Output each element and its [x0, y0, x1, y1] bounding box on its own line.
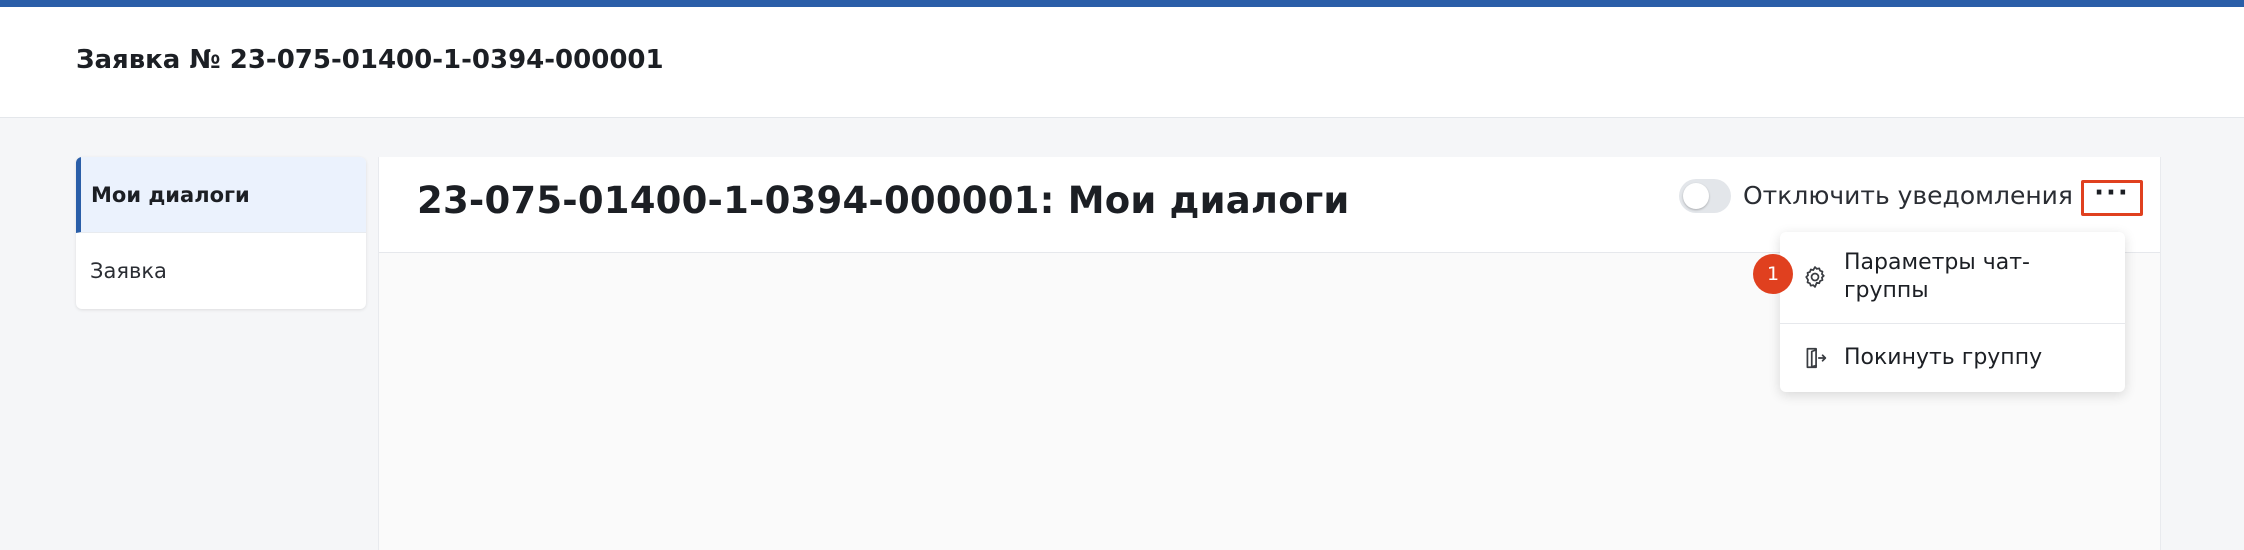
toggle-knob: [1683, 183, 1709, 209]
exit-door-icon: [1806, 347, 1827, 369]
notifications-toggle[interactable]: [1679, 179, 1731, 213]
menu-item-chat-group-settings[interactable]: Параметры чат-группы: [1780, 232, 2125, 324]
menu-item-leave-group[interactable]: Покинуть группу: [1780, 324, 2125, 392]
menu-item-label: Параметры чат-группы: [1844, 250, 2030, 303]
page-header: Заявка № 23-075-01400-1-0394-000001: [0, 7, 2244, 118]
step-number-badge: 1: [1753, 254, 1793, 294]
notifications-toggle-label: Отключить уведомления: [1743, 181, 2073, 210]
sidebar-item-label: Заявка: [90, 259, 167, 283]
sidebar-item-my-dialogs[interactable]: Мои диалоги: [76, 157, 366, 233]
more-options-button[interactable]: ···: [2081, 180, 2143, 216]
sidebar: Мои диалоги Заявка: [76, 157, 366, 309]
more-options-dropdown: Параметры чат-группы Покинуть группу: [1780, 232, 2125, 392]
sidebar-item-label: Мои диалоги: [91, 182, 250, 207]
page-title: Заявка № 23-075-01400-1-0394-000001: [76, 45, 664, 75]
more-horizontal-icon: ···: [2094, 178, 2130, 208]
panel-title: 23-075-01400-1-0394-000001: Мои диалоги: [417, 179, 1350, 222]
menu-item-label: Покинуть группу: [1844, 345, 2043, 370]
top-accent-stripe: [0, 0, 2244, 7]
gear-icon: [1805, 266, 1825, 288]
sidebar-item-application[interactable]: Заявка: [76, 233, 366, 309]
